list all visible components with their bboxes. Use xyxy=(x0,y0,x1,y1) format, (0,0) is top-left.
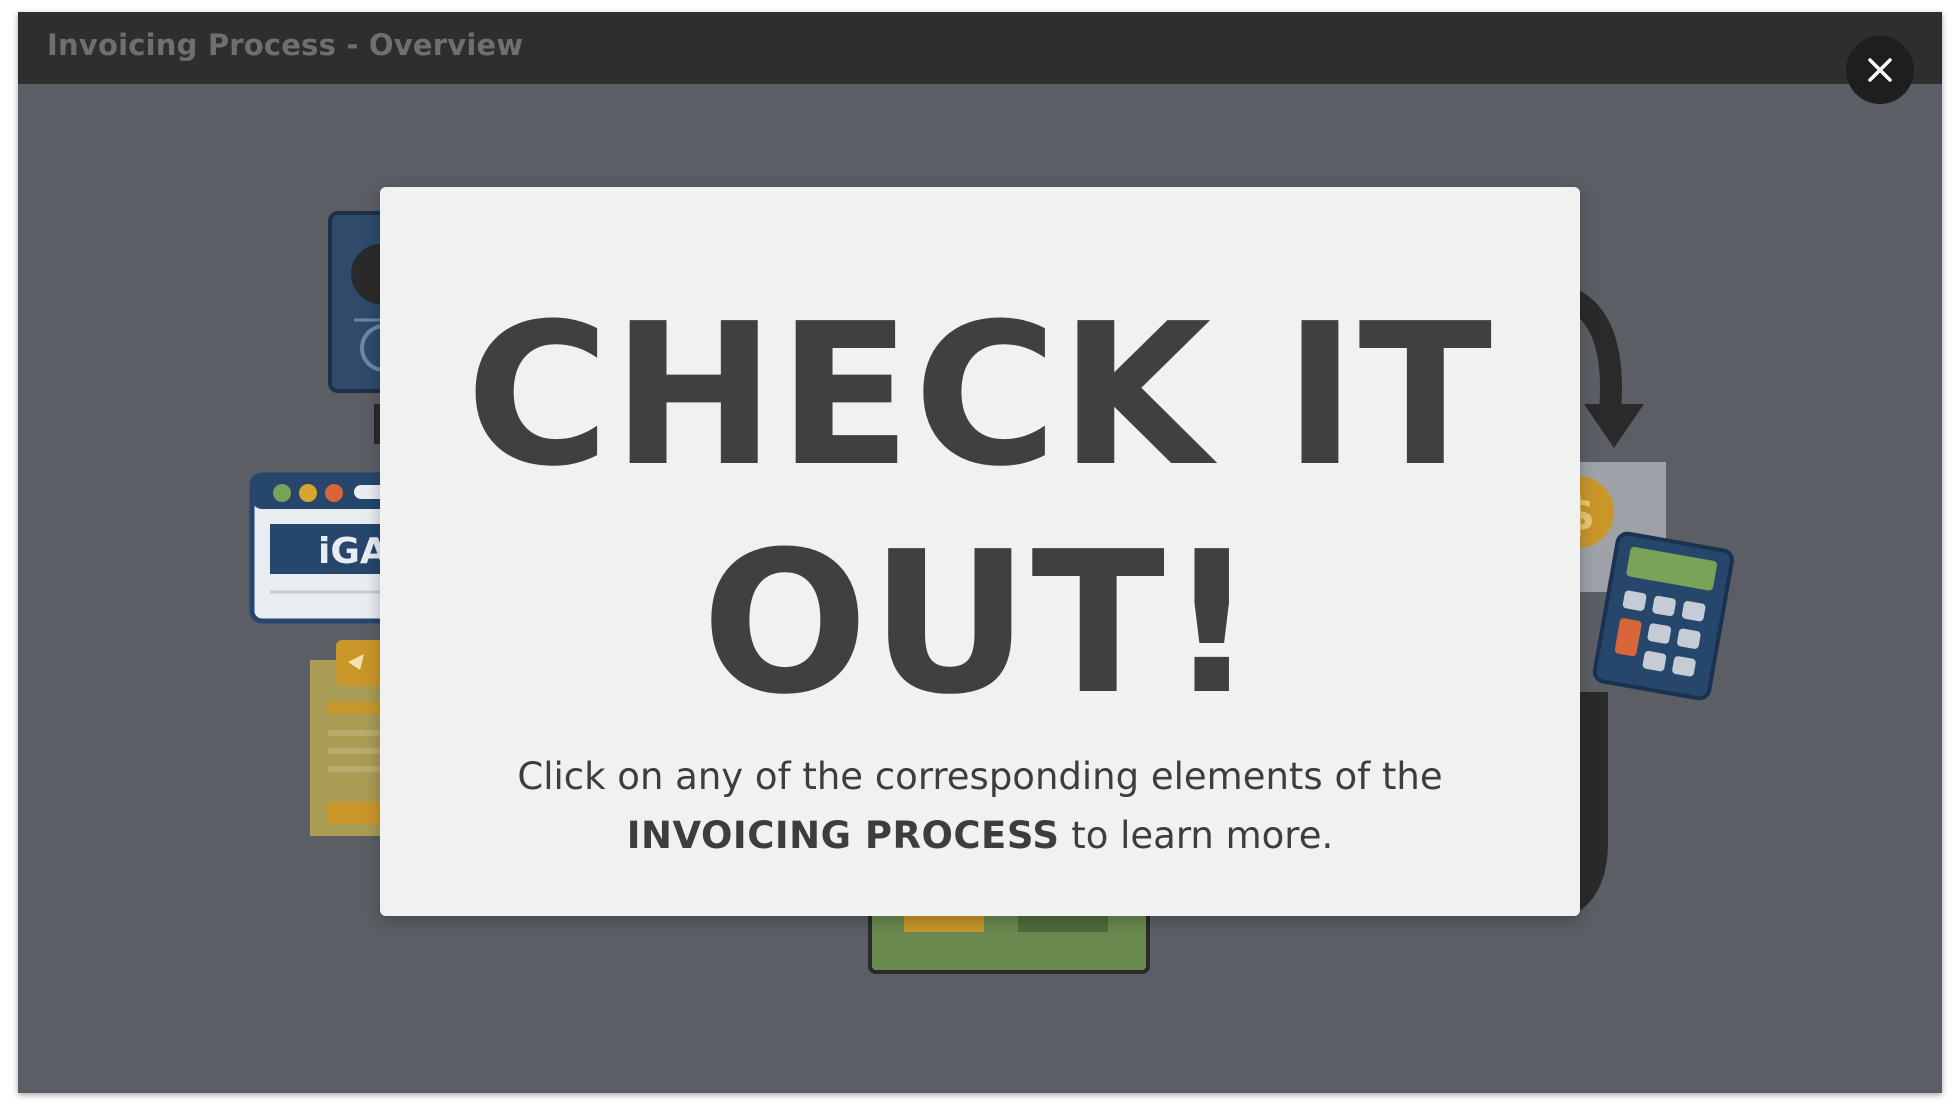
headline-line-2: OUT! xyxy=(701,510,1259,738)
title-bar: Invoicing Process - Overview xyxy=(18,12,1942,84)
close-icon xyxy=(1868,58,1892,82)
instructions-rest: to learn more. xyxy=(1059,814,1334,857)
instructions-line-1: Click on any of the corresponding elemen… xyxy=(517,755,1443,798)
headline-line-1: CHECK IT xyxy=(465,282,1495,510)
close-button[interactable] xyxy=(1846,36,1914,104)
instructions-line-2: INVOICING PROCESS to learn more. xyxy=(380,806,1580,865)
invoicing-process-label: INVOICING PROCESS xyxy=(626,814,1060,857)
overview-window: iGA $ xyxy=(18,12,1942,1093)
modal-headline: CHECK IT OUT! xyxy=(380,282,1580,738)
window-title: Invoicing Process - Overview xyxy=(47,28,524,62)
intro-modal[interactable]: CHECK IT OUT! Click on any of the corres… xyxy=(380,187,1580,916)
modal-instructions: Click on any of the corresponding elemen… xyxy=(380,747,1580,865)
